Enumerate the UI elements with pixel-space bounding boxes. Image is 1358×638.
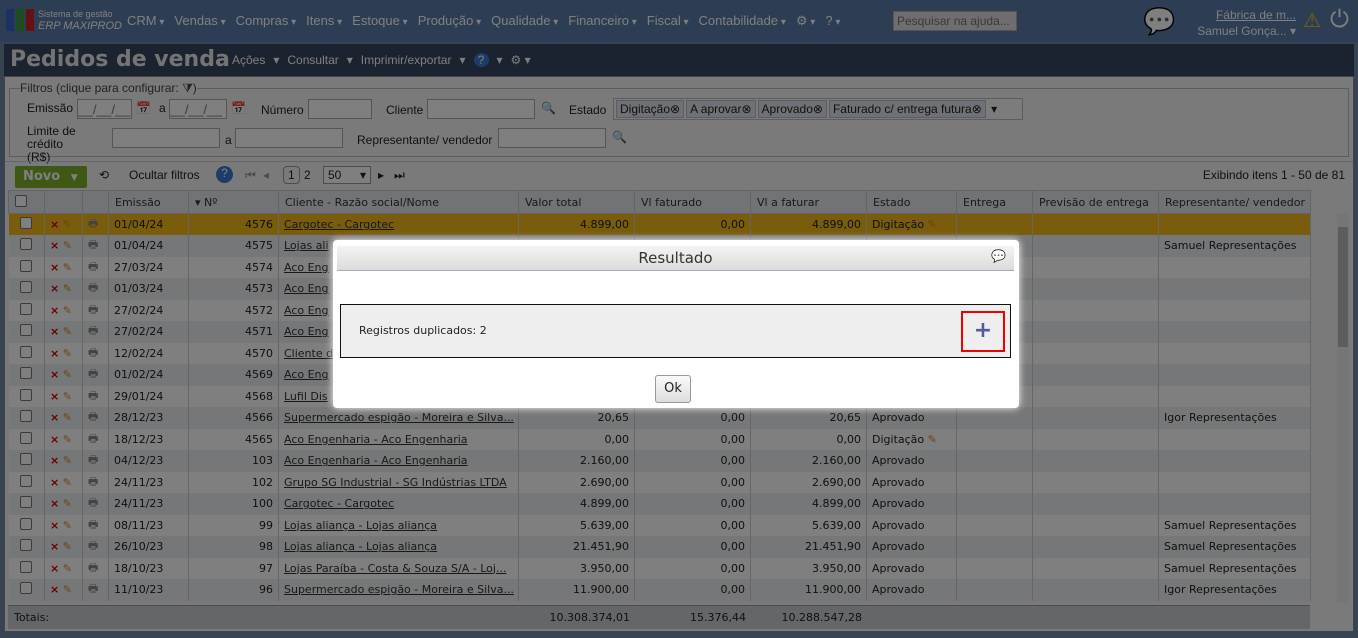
result-dialog: Resultado 💬 Registros duplicados: 2 + Ok (333, 240, 1019, 408)
ok-button[interactable]: Ok (655, 375, 691, 403)
duplicates-panel: Registros duplicados: 2 + (340, 304, 1011, 358)
dialog-title: Resultado (638, 249, 713, 267)
dialog-header: Resultado 💬 (337, 246, 1014, 271)
duplicates-message: Registros duplicados: 2 (359, 324, 487, 337)
comment-icon[interactable]: 💬 (991, 249, 1006, 263)
expand-plus-button[interactable]: + (961, 311, 1005, 352)
